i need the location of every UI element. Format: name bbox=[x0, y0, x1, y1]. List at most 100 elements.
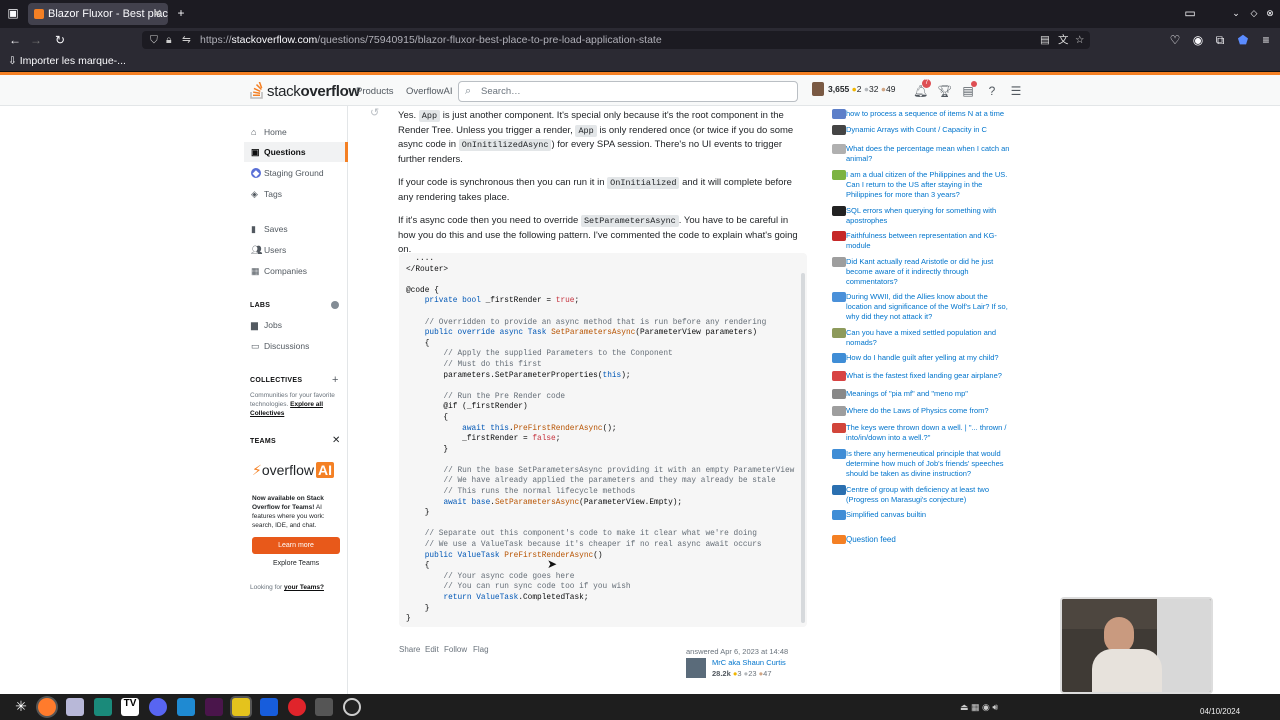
your-teams-link[interactable]: your Teams? bbox=[284, 584, 324, 591]
hot-question-link[interactable]: During WWII, did the Allies know about t… bbox=[832, 292, 1012, 322]
rdcap-icon[interactable] bbox=[232, 698, 250, 716]
discord-icon[interactable] bbox=[149, 698, 167, 716]
stackoverflow-logo[interactable]: stackoverflow bbox=[250, 81, 360, 100]
back-icon[interactable]: ← bbox=[7, 33, 23, 49]
code-line: await this.PreFirstRenderAsync(); bbox=[462, 424, 617, 433]
code-block[interactable]: .... </Router> @code { private bool _firs… bbox=[399, 253, 807, 627]
code-line: // This runs the normal lifecycle method… bbox=[443, 488, 636, 497]
inline-code: OnInitilizedAsync bbox=[458, 139, 552, 151]
code-line: } bbox=[406, 604, 430, 613]
hot-question-title: Can you have a mixed settled population … bbox=[846, 328, 997, 347]
minimize-icon[interactable]: ◇ bbox=[1246, 6, 1262, 22]
tradingview-icon[interactable]: TV bbox=[121, 698, 139, 716]
sidebar-item-users[interactable]: 👥︎ Users bbox=[244, 240, 348, 260]
bookmark-star-icon[interactable]: ☆ bbox=[1075, 31, 1084, 49]
import-bookmarks-link[interactable]: ⇩ Importer les marque-... bbox=[8, 55, 126, 67]
users-icon: 👥︎ bbox=[251, 245, 263, 255]
hot-question-link[interactable]: What does the percentage mean when I cat… bbox=[832, 144, 1012, 164]
hot-question-link[interactable]: Can you have a mixed settled population … bbox=[832, 328, 1012, 348]
close-tab-icon[interactable]: ✕ bbox=[153, 3, 162, 25]
launcher-icon[interactable]: ✳︎ bbox=[12, 698, 30, 716]
sidebar-item-questions[interactable]: ▣ Questions bbox=[244, 142, 348, 162]
overflowai-link[interactable]: OverflowAI bbox=[406, 86, 452, 97]
hot-question-link[interactable]: how to process a sequence of items N at … bbox=[832, 109, 1012, 119]
history-icon[interactable]: ↺ bbox=[370, 106, 379, 119]
pocket-icon[interactable]: ♡ bbox=[1167, 33, 1183, 49]
reload-icon[interactable]: ↻ bbox=[52, 33, 68, 49]
explore-teams-link[interactable]: Explore Teams bbox=[273, 560, 319, 567]
new-tab-icon[interactable]: + bbox=[173, 6, 189, 22]
sidebar-item-tags[interactable]: ◈ Tags bbox=[244, 184, 348, 204]
terminal-icon[interactable] bbox=[94, 698, 112, 716]
hot-question-link[interactable]: How do I handle guilt after yelling at m… bbox=[832, 353, 1012, 363]
hot-question-title: Is there any hermeneutical principle tha… bbox=[846, 449, 1004, 478]
hot-question-link[interactable]: Simplified canvas builtin bbox=[832, 510, 1012, 520]
site-icon bbox=[832, 510, 846, 520]
inbox-icon[interactable]: 🔔︎ 7 bbox=[913, 79, 931, 98]
sidebar-toggle-icon[interactable]: ▭ bbox=[1182, 6, 1198, 22]
forward-icon[interactable]: → bbox=[28, 33, 44, 49]
bitwarden-icon[interactable] bbox=[260, 698, 278, 716]
help-icon[interactable]: ? bbox=[985, 84, 999, 98]
files-icon[interactable] bbox=[66, 698, 84, 716]
menu-icon[interactable]: ≡ bbox=[1258, 33, 1274, 49]
lock-icon[interactable]: 🔒︎ bbox=[166, 31, 172, 49]
sidebar-item-staging-ground[interactable]: ◆ Staging Ground bbox=[244, 163, 348, 183]
reader-view-icon[interactable]: ▤ bbox=[1040, 31, 1050, 49]
site-switcher-icon[interactable]: ☰ bbox=[1009, 84, 1023, 98]
edit-link[interactable]: Edit bbox=[425, 645, 439, 654]
tray-icons[interactable]: ⏏ ▦ ◉ 🔊︎ bbox=[960, 698, 1110, 716]
avatar[interactable] bbox=[686, 658, 706, 678]
search-input[interactable]: ⌕ Search… bbox=[458, 81, 798, 102]
calculator-icon[interactable] bbox=[315, 698, 333, 716]
hot-question-link[interactable]: Did Kant actually read Aristotle or did … bbox=[832, 257, 1012, 287]
obs-icon[interactable] bbox=[343, 698, 361, 716]
hot-question-link[interactable]: Meanings of "pia mf" and "meno mp" bbox=[832, 389, 1012, 399]
translate-icon[interactable]: 文 bbox=[1058, 31, 1069, 49]
code-scrollbar[interactable] bbox=[801, 273, 805, 623]
share-link[interactable]: Share bbox=[399, 645, 420, 654]
hot-question-link[interactable]: Where do the Laws of Physics come from? bbox=[832, 406, 1012, 416]
hot-question-link[interactable]: Dynamic Arrays with Count / Capacity in … bbox=[832, 125, 1012, 135]
extension-shield-icon[interactable]: ⬟ bbox=[1235, 33, 1251, 49]
close-teams-icon[interactable]: ✕ bbox=[332, 435, 340, 446]
hot-question-link[interactable]: Is there any hermeneutical principle tha… bbox=[832, 449, 1012, 479]
opera-icon[interactable] bbox=[288, 698, 306, 716]
close-window-icon[interactable]: ⊗ bbox=[1262, 6, 1278, 22]
account-icon[interactable]: ◉ bbox=[1190, 33, 1206, 49]
sidebar-item-discussions[interactable]: ▭ Discussions bbox=[244, 336, 348, 356]
answer-paragraph-3: If it's async code then you need to over… bbox=[398, 214, 808, 258]
learn-more-button[interactable]: Learn more bbox=[252, 537, 340, 554]
sidebar-item-companies[interactable]: ▦ Companies bbox=[244, 261, 348, 281]
question-feed-link[interactable]: Question feed bbox=[832, 535, 1012, 545]
hot-question-link[interactable]: The keys were thrown down a well. | "...… bbox=[832, 423, 1012, 443]
extensions-icon[interactable]: ⧉ bbox=[1212, 33, 1228, 49]
review-queue-icon[interactable]: ▤ bbox=[961, 81, 977, 98]
browser-tab[interactable]: Blazor Fluxor - Best place t ✕ bbox=[28, 3, 168, 25]
permissions-icon[interactable]: ⇋ bbox=[182, 31, 191, 49]
firefox-icon[interactable] bbox=[38, 698, 56, 716]
follow-link[interactable]: Follow bbox=[444, 645, 467, 654]
sidebar-item-saves[interactable]: ▮ Saves bbox=[244, 219, 348, 239]
sidebar-item-jobs[interactable]: ▆ Jobs bbox=[244, 315, 348, 335]
dropdown-icon[interactable]: ⌄ bbox=[1228, 6, 1244, 22]
address-bar[interactable]: ⛉ 🔒︎ ⇋ https://stackoverflow.com/questio… bbox=[142, 31, 1090, 49]
add-collective-icon[interactable]: + bbox=[332, 374, 338, 386]
shield-icon[interactable]: ⛉ bbox=[150, 31, 158, 49]
slack-icon[interactable] bbox=[205, 698, 223, 716]
sidebar-item-home[interactable]: ⌂ Home bbox=[244, 122, 348, 142]
vscode-icon[interactable] bbox=[177, 698, 195, 716]
jobs-icon: ▆ bbox=[251, 320, 258, 330]
hot-question-link[interactable]: What is the fastest fixed landing gear a… bbox=[832, 371, 1012, 381]
user-reputation[interactable]: 3,655 ●2 ●32 ●49 bbox=[812, 82, 896, 96]
hot-question-link[interactable]: Faithfulness between representation and … bbox=[832, 231, 1012, 251]
hot-question-link[interactable]: Centre of group with deficiency at least… bbox=[832, 485, 1012, 505]
hot-question-link[interactable]: SQL errors when querying for something w… bbox=[832, 206, 1012, 226]
labs-info-icon[interactable] bbox=[331, 301, 339, 309]
flag-link[interactable]: Flag bbox=[473, 645, 489, 654]
code-line: // Your async code goes here bbox=[443, 572, 575, 581]
achievements-icon[interactable]: 🏆︎ bbox=[937, 84, 952, 98]
hot-question-link[interactable]: I am a dual citizen of the Philippines a… bbox=[832, 170, 1012, 200]
products-link[interactable]: Products bbox=[356, 86, 394, 97]
tab-list-icon[interactable]: ▣ bbox=[5, 6, 21, 22]
